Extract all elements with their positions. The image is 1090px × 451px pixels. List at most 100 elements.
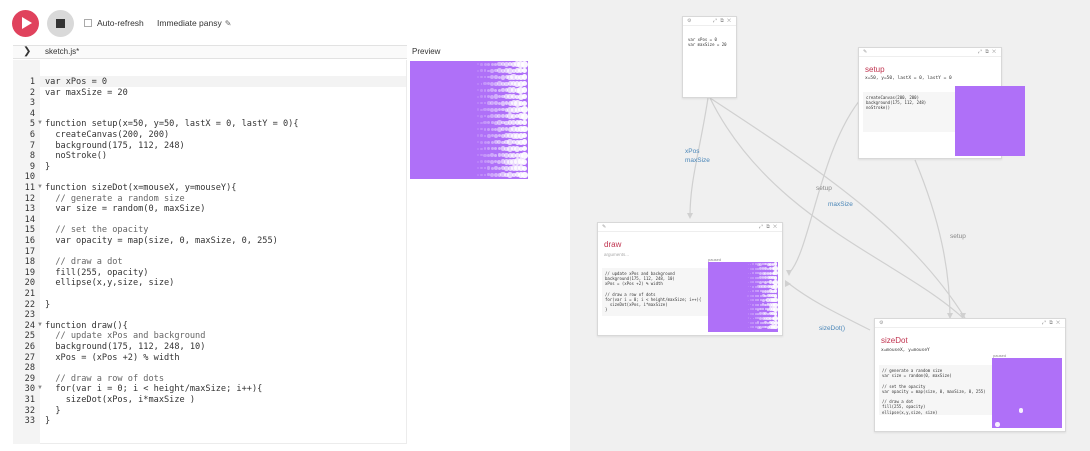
canvas-dot [752,317,754,319]
code-line: background(175, 112, 248, 10) [45,342,206,352]
canvas-dot [476,89,480,92]
line-number: 19 [24,267,35,278]
canvas-dot [477,102,479,105]
code-line: background(175, 112, 248) [45,140,185,151]
canvas-dot [480,62,483,66]
auto-refresh-checkbox[interactable] [84,19,92,27]
vars-card[interactable]: ⚙ ⤢ ⧉ ✕ var xPos = 0 var maxSize = 20 [682,16,737,98]
canvas-dot [487,140,491,144]
line-number: 33 [24,416,35,427]
toolbar: Auto-refresh Immediate pansy ✎ [0,0,565,46]
canvas-dot [750,304,752,306]
canvas-dot [747,277,749,279]
canvas-dot [476,154,480,157]
code-line: } [45,299,51,310]
project-name-text: Immediate pansy [157,18,222,28]
pencil-icon[interactable]: ✎ [225,19,232,28]
canvas-dot [521,81,528,87]
code-line: var xPos = 0 [45,77,108,87]
canvas-dot [476,141,480,144]
canvas-dot [521,68,527,74]
fold-arrow-icon[interactable]: ▼ [37,385,43,391]
canvas-dot [747,281,749,283]
line-number: 22 [24,299,35,310]
canvas-dot [995,422,1000,427]
fold-arrow-icon[interactable]: ▼ [37,120,43,126]
code-line: var maxSize = 20 [45,87,128,98]
arrow-draw-2 [786,270,792,276]
line-number: 32 [24,405,35,416]
canvas-dot [480,140,483,144]
line-number: 1 [29,77,35,87]
canvas-dot [486,166,491,170]
canvas-dot [773,315,778,321]
canvas-dot [480,128,483,131]
card-actions-icon[interactable]: ⤢ ⧉ ✕ [713,18,732,24]
node-graph-pane[interactable]: xPos maxSize setup maxSize setup sizeDot… [570,0,1090,451]
canvas-dot [747,304,749,306]
canvas-dot [483,140,487,144]
canvas-dot [773,284,778,289]
fold-arrow-icon[interactable]: ▼ [37,184,43,190]
canvas-dot [1018,408,1023,413]
canvas-dot [490,62,494,66]
line-number: 24 [24,320,35,331]
pencil-icon[interactable]: ✎ [863,49,867,55]
canvas-dot [483,160,487,164]
canvas-dot [757,294,760,297]
play-icon[interactable] [12,10,39,37]
canvas-dot [483,62,487,66]
card-actions-icon[interactable]: ⤢ ⧉ ✕ [759,224,778,230]
editor-pane: Auto-refresh Immediate pansy ✎ ❯ sketch.… [0,0,565,451]
sizedot-canvas [992,358,1062,428]
line-number: 9 [29,161,35,172]
canvas-dot [483,173,487,176]
canvas-dot [773,306,778,312]
stop-icon[interactable] [47,10,74,37]
canvas-dot [521,100,527,106]
canvas-dot [749,326,752,329]
code-editor[interactable]: 1 var xPos = 0 2 var maxSize = 20 3 4 5 ▼ functi… [13,60,407,444]
canvas-dot [487,121,491,125]
canvas-dot [747,322,749,324]
chevron-right-icon[interactable]: ❯ [23,46,31,57]
canvas-dot [487,62,491,66]
setup-canvas [955,86,1025,156]
canvas-dot [479,88,484,92]
preview-canvas [410,61,528,179]
draw-card[interactable]: ✎ ⤢ ⧉ ✕ draw arguments... // update xPos… [597,222,783,336]
card-header [598,223,782,232]
canvas-dot [749,281,752,284]
canvas-dot [476,167,480,170]
auto-refresh-toggle[interactable]: Auto-refresh [84,18,144,28]
file-tab-sketch[interactable]: sketch.js* [45,47,79,56]
canvas-dot [483,127,487,131]
canvas-dot [480,147,483,150]
fold-arrow-icon[interactable]: ▼ [37,322,43,328]
canvas-dot [483,102,487,105]
canvas-dot [773,271,778,276]
canvas-dot [747,286,749,288]
code-line: } [45,416,51,427]
canvas-dot [476,160,479,163]
canvas-dot [476,115,480,118]
gear-icon[interactable]: ⚙ [879,320,883,326]
canvas-dot [520,61,528,68]
canvas-dot [747,317,750,319]
line-number: 21 [24,289,35,299]
canvas-dot [750,290,752,292]
pencil-icon[interactable]: ✎ [602,224,606,230]
canvas-dot [752,299,754,301]
canvas-dot [476,108,480,112]
line-number: 3 [29,98,35,109]
card-actions-icon[interactable]: ⤢ ⧉ ✕ [1042,320,1061,326]
card-actions-icon[interactable]: ⤢ ⧉ ✕ [978,49,997,55]
sizedot-card[interactable]: ⚙ ⤢ ⧉ ✕ sizeDot x=mouseX, y=mouseY // ge… [874,318,1066,432]
canvas-dot [522,94,527,100]
line-number: 10 [24,172,35,183]
canvas-dot [476,63,480,66]
canvas-dot [747,308,749,310]
setup-card[interactable]: ✎ ⤢ ⧉ ✕ setup x=50, y=50, lastX = 0, las… [858,47,1025,159]
project-name[interactable]: Immediate pansy ✎ [157,18,231,28]
gear-icon[interactable]: ⚙ [687,18,691,24]
